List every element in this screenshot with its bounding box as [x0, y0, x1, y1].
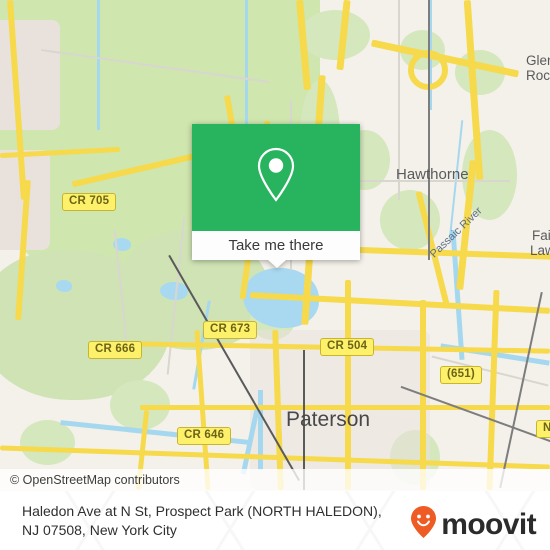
map-pin-icon: [253, 146, 299, 209]
take-me-there-button[interactable]: Take me there: [192, 231, 360, 260]
moovit-logo[interactable]: moovit: [410, 505, 537, 544]
map-green-area: [300, 10, 370, 60]
osm-attribution[interactable]: © OpenStreetMap contributors: [0, 469, 550, 491]
location-popup[interactable]: Take me there: [192, 124, 360, 268]
footer-bar: Haledon Ave at N St, Prospect Park (NORT…: [0, 491, 550, 550]
map-place-label-fair: Fair: [532, 228, 550, 243]
popup-header: [192, 124, 360, 231]
map-major-road: [345, 280, 351, 490]
road-shield-cr504: CR 504: [320, 338, 375, 356]
moovit-map-screenshot: Passaic River Paterson Hawthorne Glen Ro…: [0, 0, 550, 550]
location-description: Haledon Ave at N St, Prospect Park (NORT…: [22, 503, 382, 538]
road-shield-cr705: CR 705: [62, 193, 117, 211]
map-green-area: [20, 420, 75, 465]
map-place-label-rock: Rock: [526, 68, 550, 83]
road-shield-n: N: [536, 420, 550, 438]
popup-pointer: [268, 260, 286, 268]
map-lake: [56, 280, 72, 292]
map-railway: [428, 0, 430, 260]
road-shield-cr646: CR 646: [177, 427, 232, 445]
map-place-label-hawthorne: Hawthorne: [396, 166, 469, 183]
map-stream: [97, 0, 100, 130]
map-place-label-glen: Glen: [526, 53, 550, 68]
road-shield-cr666: CR 666: [88, 341, 143, 359]
moovit-pin-icon: [410, 505, 437, 544]
road-shield-cr673: CR 673: [203, 321, 258, 339]
moovit-wordmark: moovit: [441, 507, 536, 541]
map-place-label-paterson: Paterson: [286, 408, 371, 431]
map-place-label-lawn: Lawn: [530, 243, 550, 258]
road-shield-651: (651): [440, 366, 482, 384]
